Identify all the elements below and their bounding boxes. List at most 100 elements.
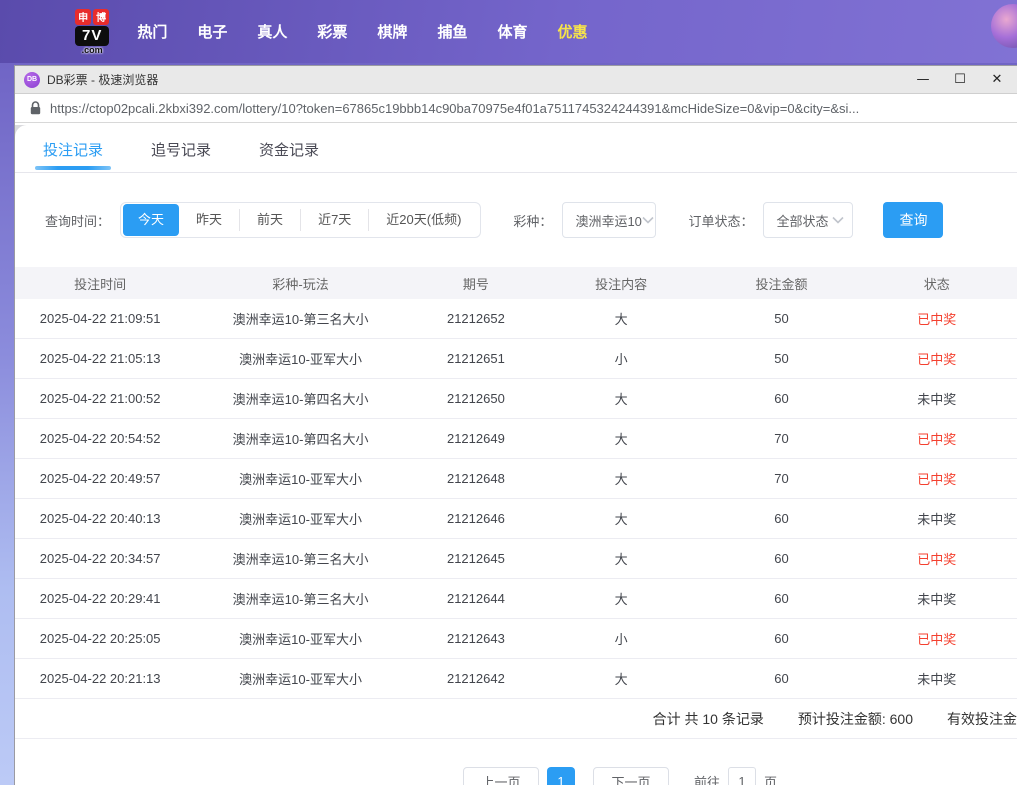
status-filter-label: 订单状态： [688,211,753,230]
user-avatar[interactable] [991,4,1017,48]
site-nav: 申 博 7V .com 热门 电子 真人 彩票 棋牌 捕鱼 体育 优惠 [0,0,1017,63]
cell-game: 澳洲幸运10-第四名大小 [185,429,415,448]
browser-window: DB DB彩票 - 极速浏览器 — ☐ ✕ https://ctop02pcal… [14,65,1017,785]
next-page-button[interactable]: 下一页 [593,767,669,785]
nav-item[interactable]: 体育 [497,21,527,42]
url-text[interactable]: https://ctop02pcali.2kbxi392.com/lottery… [50,101,859,116]
column-header: 彩种-玩法 [185,274,415,293]
lottery-filter-label: 彩种： [513,211,552,230]
table-row: 2025-04-22 20:49:57澳洲幸运10-亚军大小21212648大7… [15,459,1017,499]
summary-total: 合计 共 10 条记录 [653,709,764,729]
cell-content: 大 [536,509,706,528]
time-filter-option[interactable]: 昨天 [179,209,239,231]
cell-game: 澳洲幸运10-第三名大小 [185,589,415,608]
cell-status: 未中奖 [857,509,1017,528]
table-row: 2025-04-22 20:29:41澳洲幸运10-第三名大小21212644大… [15,579,1017,619]
cell-content: 大 [536,589,706,608]
nav-menu: 热门 电子 真人 彩票 棋牌 捕鱼 体育 优惠 [137,21,587,42]
nav-item[interactable]: 热门 [137,21,167,42]
cell-content: 大 [536,429,706,448]
table-body: 2025-04-22 21:09:51澳洲幸运10-第三名大小21212652大… [15,299,1017,699]
address-bar[interactable]: https://ctop02pcali.2kbxi392.com/lottery… [15,94,1017,123]
cell-issue: 21212643 [416,631,536,646]
cell-status: 未中奖 [857,589,1017,608]
cell-amount: 60 [706,391,856,406]
time-filter-option[interactable]: 今天 [123,204,179,236]
window-titlebar: DB DB彩票 - 极速浏览器 — ☐ ✕ [15,66,1017,94]
cell-time: 2025-04-22 20:21:13 [15,671,185,686]
summary-valid-amount: 有效投注金额 [947,709,1017,729]
time-filter-option[interactable]: 近20天(低频) [368,209,478,231]
tab[interactable]: 追号记录 [151,139,211,172]
minimize-button[interactable]: — [913,70,933,90]
logo-main-text: 7V [75,26,109,46]
cell-issue: 21212652 [416,311,536,326]
time-filter-option[interactable]: 前天 [239,209,300,231]
cell-status: 未中奖 [857,389,1017,408]
nav-item[interactable]: 彩票 [317,21,347,42]
nav-item[interactable]: 真人 [257,21,287,42]
cell-time: 2025-04-22 21:00:52 [15,391,185,406]
status-select-value: 全部状态 [776,211,828,230]
logo-chip-2: 博 [93,9,109,25]
filter-bar: 查询时间： 今天昨天前天近7天近20天(低频) 彩种： 澳洲幸运10 订单状态：… [45,202,1017,238]
cell-issue: 21212646 [416,511,536,526]
table-row: 2025-04-22 20:21:13澳洲幸运10-亚军大小21212642大6… [15,659,1017,699]
current-page-button[interactable]: 1 [547,767,575,785]
cell-time: 2025-04-22 20:34:57 [15,551,185,566]
cell-time: 2025-04-22 20:29:41 [15,591,185,606]
cell-game: 澳洲幸运10-亚军大小 [185,669,415,688]
cell-amount: 50 [706,311,856,326]
cell-time: 2025-04-22 20:25:05 [15,631,185,646]
nav-item[interactable]: 棋牌 [377,21,407,42]
table-row: 2025-04-22 21:05:13澳洲幸运10-亚军大小21212651小5… [15,339,1017,379]
cell-content: 大 [536,389,706,408]
cell-status: 已中奖 [857,429,1017,448]
tab[interactable]: 投注记录 [43,139,103,172]
cell-amount: 60 [706,591,856,606]
order-status-select[interactable]: 全部状态 [763,202,853,238]
cell-amount: 70 [706,431,856,446]
cell-status: 已中奖 [857,629,1017,648]
goto-page-label: 前往 [694,772,720,785]
maximize-button[interactable]: ☐ [950,70,970,90]
cell-issue: 21212645 [416,551,536,566]
cell-status: 已中奖 [857,469,1017,488]
site-logo[interactable]: 申 博 7V .com [75,9,109,55]
table-row: 2025-04-22 20:54:52澳洲幸运10-第四名大小21212649大… [15,419,1017,459]
tab[interactable]: 资金记录 [259,139,319,172]
summary-expected-amount: 预计投注金额: 600 [798,709,913,729]
cell-content: 大 [536,469,706,488]
close-button[interactable]: ✕ [987,70,1007,90]
cell-issue: 21212642 [416,671,536,686]
cell-status: 已中奖 [857,309,1017,328]
nav-item[interactable]: 捕鱼 [437,21,467,42]
nav-item[interactable]: 电子 [197,21,227,42]
column-header: 投注金额 [706,274,856,293]
time-filter-group: 今天昨天前天近7天近20天(低频) [120,202,481,238]
lottery-select-value: 澳洲幸运10 [575,211,641,230]
cell-issue: 21212649 [416,431,536,446]
lottery-select[interactable]: 澳洲幸运10 [562,202,656,238]
cell-issue: 21212644 [416,591,536,606]
cell-content: 小 [536,349,706,368]
prev-page-button[interactable]: 上一页 [463,767,539,785]
tab-bar: 投注记录 追号记录 资金记录 [15,125,1017,173]
nav-item[interactable]: 优惠 [557,21,587,42]
column-header: 期号 [416,274,536,293]
cell-amount: 50 [706,351,856,366]
cell-status: 未中奖 [857,669,1017,688]
cell-amount: 60 [706,551,856,566]
cell-amount: 70 [706,471,856,486]
chevron-down-icon [832,216,844,224]
column-header: 投注时间 [15,274,185,293]
cell-game: 澳洲幸运10-亚军大小 [185,509,415,528]
search-button[interactable]: 查询 [883,202,943,238]
chevron-down-icon [642,216,654,224]
goto-page-input[interactable] [728,767,756,785]
cell-game: 澳洲幸运10-第四名大小 [185,389,415,408]
time-filter-option[interactable]: 近7天 [300,209,368,231]
cell-status: 已中奖 [857,349,1017,368]
cell-amount: 60 [706,631,856,646]
cell-issue: 21212648 [416,471,536,486]
